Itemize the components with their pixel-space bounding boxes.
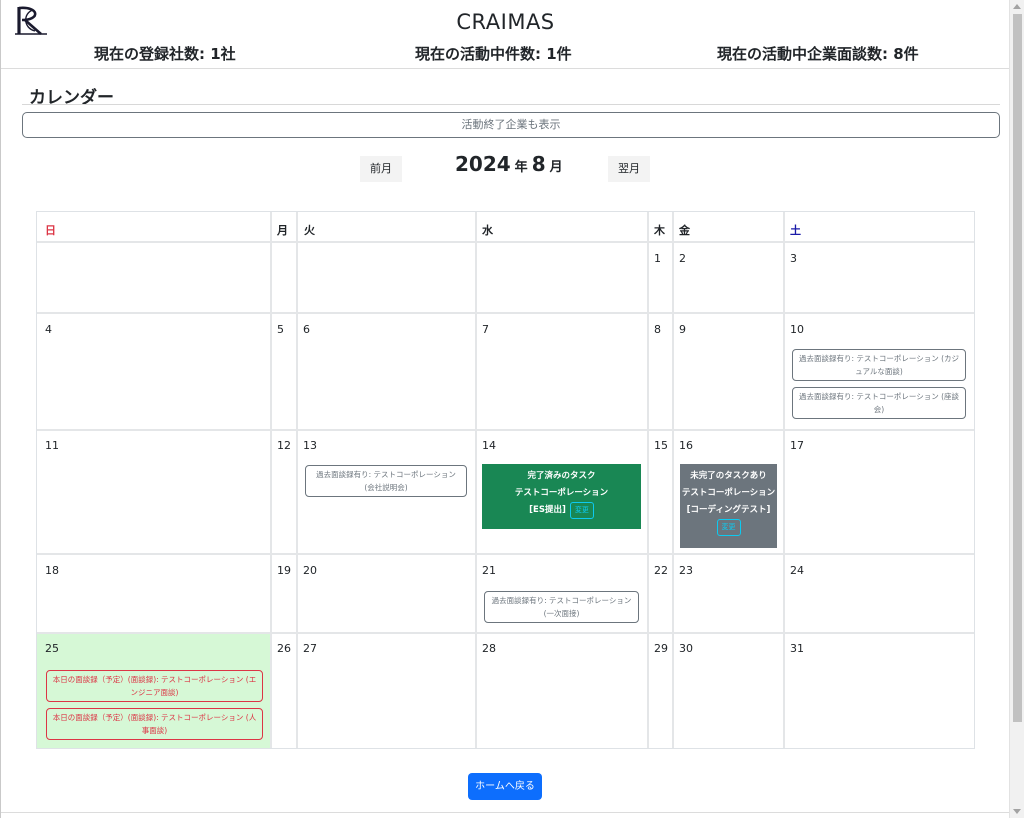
day-16[interactable]: 16 <box>679 439 693 452</box>
grid-line <box>783 212 785 748</box>
day-24[interactable]: 24 <box>790 564 804 577</box>
vertical-scrollbar[interactable] <box>1009 0 1024 818</box>
day-26[interactable]: 26 <box>277 642 291 655</box>
next-month-button[interactable]: 翌月 <box>608 156 650 182</box>
weekday-mon: 月 <box>277 224 288 237</box>
app-header: CRAIMAS 現在の登録社数: 1社 現在の活動中件数: 1件 現在の活動中企… <box>1 0 1009 69</box>
day-9[interactable]: 9 <box>679 323 686 336</box>
day-15[interactable]: 15 <box>654 439 668 452</box>
year-value: 2024 <box>455 152 511 176</box>
day-25[interactable]: 25 <box>45 642 59 655</box>
day-2[interactable]: 2 <box>679 252 686 265</box>
event-task: [ES提出] 変更 <box>482 502 641 519</box>
event-task-name: [コーディングテスト] <box>686 505 771 515</box>
weekday-thu: 木 <box>654 224 665 237</box>
change-button[interactable]: 変更 <box>569 502 594 519</box>
weekday-tue: 火 <box>304 224 315 237</box>
app-title: CRAIMAS <box>456 10 555 34</box>
day-30[interactable]: 30 <box>679 642 693 655</box>
active-interviews-stat: 現在の活動中企業面談数: 8件 <box>717 45 919 63</box>
month-label: 2024 年 8 月 <box>455 152 567 176</box>
day-18[interactable]: 18 <box>45 564 59 577</box>
grid-line <box>37 553 974 555</box>
grid-line <box>475 212 477 748</box>
day-19[interactable]: 19 <box>277 564 291 577</box>
show-ended-companies-button[interactable]: 活動終了企業も表示 <box>22 112 1000 138</box>
event-past-interview[interactable]: 過去面談録有り: テストコーポレーション (座談会) <box>792 387 966 419</box>
day-5[interactable]: 5 <box>277 323 284 336</box>
scrollbar-thumb[interactable] <box>1013 14 1022 722</box>
grid-line <box>37 429 974 431</box>
event-status: 未完了のタスクあり <box>690 471 767 481</box>
grid-line <box>37 632 974 634</box>
event-pending-task[interactable]: 未完了のタスクあり テストコーポレーション [コーディングテスト] 変更 <box>680 464 777 548</box>
event-completed-task[interactable]: 完了済みのタスク テストコーポレーション [ES提出] 変更 <box>482 464 641 529</box>
registered-companies-stat: 現在の登録社数: 1社 <box>94 45 236 63</box>
event-past-interview[interactable]: 過去面談録有り: テストコーポレーション (一次面接) <box>484 591 639 623</box>
grid-line <box>37 241 974 243</box>
active-cases-stat: 現在の活動中件数: 1件 <box>415 45 572 63</box>
grid-line <box>296 212 298 748</box>
day-8[interactable]: 8 <box>654 323 661 336</box>
day-29[interactable]: 29 <box>654 642 668 655</box>
day-21[interactable]: 21 <box>482 564 496 577</box>
app-frame: CRAIMAS 現在の登録社数: 1社 現在の活動中件数: 1件 現在の活動中企… <box>0 0 1009 818</box>
day-1[interactable]: 1 <box>654 252 661 265</box>
back-to-home-button[interactable]: ホームへ戻る <box>468 773 542 800</box>
month-unit: 月 <box>549 160 563 175</box>
prev-month-button[interactable]: 前月 <box>360 156 402 182</box>
day-10[interactable]: 10 <box>790 323 804 336</box>
day-14[interactable]: 14 <box>482 439 496 452</box>
month-value: 8 <box>531 152 546 176</box>
footer-divider <box>1 812 1009 813</box>
event-action: 変更 <box>680 519 777 536</box>
year-unit: 年 <box>514 160 528 175</box>
grid-line <box>270 212 272 748</box>
day-4[interactable]: 4 <box>45 323 52 336</box>
weekday-sat: 土 <box>790 224 801 237</box>
change-button[interactable]: 変更 <box>716 519 741 536</box>
day-23[interactable]: 23 <box>679 564 693 577</box>
event-status: 完了済みのタスク <box>527 471 596 481</box>
day-7[interactable]: 7 <box>482 323 489 336</box>
day-31[interactable]: 31 <box>790 642 804 655</box>
weekday-wed: 水 <box>482 224 493 237</box>
scroll-up-icon[interactable] <box>1013 4 1021 9</box>
day-13[interactable]: 13 <box>303 439 317 452</box>
weekday-sun: 日 <box>45 224 56 237</box>
grid-line <box>672 212 674 748</box>
event-past-interview[interactable]: 過去面談録有り: テストコーポレーション (会社説明会) <box>305 465 467 497</box>
day-22[interactable]: 22 <box>654 564 668 577</box>
day-11[interactable]: 11 <box>45 439 59 452</box>
day-20[interactable]: 20 <box>303 564 317 577</box>
section-divider <box>22 104 1000 105</box>
event-today-interview[interactable]: 本日の面談録（予定）(面談録): テストコーポレーション (エンジニア面談) <box>46 670 263 702</box>
day-6[interactable]: 6 <box>303 323 310 336</box>
day-3[interactable]: 3 <box>790 252 797 265</box>
calendar-grid: 日 月 火 水 木 金 土 1 2 3 4 5 6 7 8 9 10 過去面談録… <box>36 211 975 749</box>
event-company: テストコーポレーション <box>514 488 609 498</box>
event-past-interview[interactable]: 過去面談録有り: テストコーポレーション (カジュアルな面談) <box>792 349 966 381</box>
weekday-fri: 金 <box>679 224 690 237</box>
scroll-down-icon[interactable] <box>1013 809 1021 814</box>
event-task-name: [ES提出] <box>529 505 566 515</box>
day-12[interactable]: 12 <box>277 439 291 452</box>
event-today-interview[interactable]: 本日の面談録（予定）(面談録): テストコーポレーション (人事面談) <box>46 708 263 740</box>
day-27[interactable]: 27 <box>303 642 317 655</box>
day-28[interactable]: 28 <box>482 642 496 655</box>
grid-line <box>37 312 974 314</box>
event-company: テストコーポレーション <box>681 488 776 498</box>
grid-line <box>647 212 649 748</box>
day-17[interactable]: 17 <box>790 439 804 452</box>
